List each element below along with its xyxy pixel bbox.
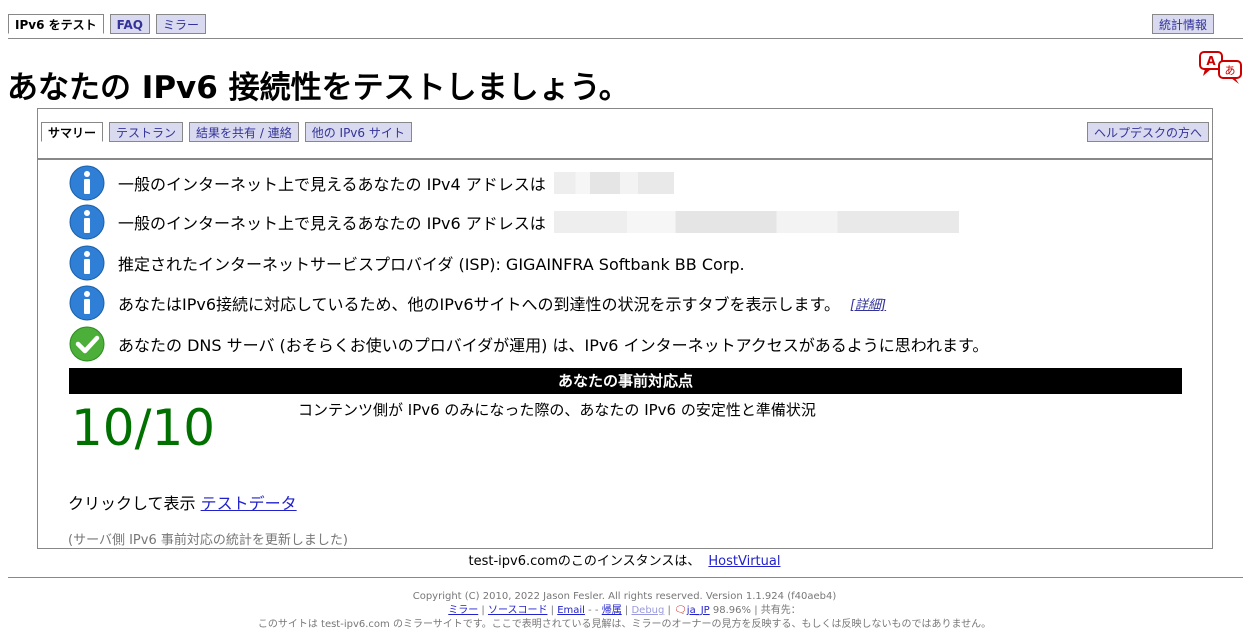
debug-link[interactable]: Debug xyxy=(631,605,664,616)
readiness-score: 10/10 xyxy=(71,399,216,457)
copyright: Copyright (C) 2010, 2022 Jason Fesler. A… xyxy=(412,591,837,602)
info-icon xyxy=(69,285,105,321)
locale-link[interactable]: ja_JP xyxy=(687,605,710,616)
tab-summary[interactable]: サマリー xyxy=(41,122,104,142)
ipv4-text: 一般のインターネット上で見えるあなたの IPv4 アドレスは xyxy=(118,175,546,194)
click-text: クリックして表示 xyxy=(68,494,196,513)
ipv6-text: 一般のインターネット上で見えるあなたの IPv6 アドレスは xyxy=(118,214,546,233)
locale-percent: 98.96% xyxy=(712,605,752,616)
host-text: test-ipv6.comのこのインスタンスは、 xyxy=(468,554,701,569)
isp-text: 推定されたインターネットサービスプロバイダ (ISP): GIGAINFRA S… xyxy=(118,255,745,274)
ipv4-row: 一般のインターネット上で見えるあなたの IPv4 アドレスは xyxy=(69,165,674,201)
isp-row: 推定されたインターネットサービスプロバイダ (ISP): GIGAINFRA S… xyxy=(69,245,745,281)
tab-share-contact[interactable]: 結果を共有 / 連絡 xyxy=(189,122,299,142)
results-panel: サマリー テストラン 結果を共有 / 連絡 他の IPv6 サイト ヘルプデスク… xyxy=(37,108,1213,549)
disclaimer: このサイトは test-ipv6.com のミラーサイトです。ここで表明されてい… xyxy=(257,619,992,630)
test-data-row: クリックして表示 テストデータ xyxy=(68,490,297,514)
host-link[interactable]: HostVirtual xyxy=(708,554,780,569)
footer-divider xyxy=(8,577,1243,578)
tab-other-ipv6-sites[interactable]: 他の IPv6 サイト xyxy=(304,122,412,142)
info-icon xyxy=(69,245,105,281)
details-link[interactable]: [詳細] xyxy=(850,294,886,313)
panel-divider xyxy=(38,158,1212,160)
tab-mirror[interactable]: ミラー xyxy=(155,14,206,34)
dns-row: あなたの DNS サーバ (おそらくお使いのプロバイダが運用) は、IPv6 イ… xyxy=(69,326,988,362)
sponsor-text: 共有先： xyxy=(760,605,801,616)
mirror-link[interactable]: ミラー xyxy=(448,605,478,616)
host-line: test-ipv6.comのこのインスタンスは、 HostVirtual xyxy=(0,550,1249,569)
ipv6-row: 一般のインターネット上で見えるあなたの IPv6 アドレスは xyxy=(69,204,959,240)
tab-helpdesk[interactable]: ヘルプデスクの方へ xyxy=(1086,122,1209,142)
page-title: あなたの IPv6 接続性をテストしましょう。 xyxy=(7,70,630,106)
footer-links: ミラー | ソースコード | Email - - 帰属 | Debug | 🗨j… xyxy=(448,605,801,616)
locale-flag-icon: 🗨 xyxy=(674,605,687,616)
score-description: コンテンツ側が IPv6 のみになった際の、あなたの IPv6 の安定性と準備状… xyxy=(298,401,816,419)
info-icon xyxy=(69,165,105,201)
check-icon xyxy=(69,326,105,362)
attribution-link[interactable]: 帰属 xyxy=(602,605,622,616)
source-link[interactable]: ソースコード xyxy=(488,605,548,616)
test-data-link[interactable]: テストデータ xyxy=(201,494,297,513)
email-link[interactable]: Email xyxy=(557,605,585,616)
tab-faq[interactable]: FAQ xyxy=(109,14,150,34)
top-nav: IPv6 をテスト FAQ ミラー xyxy=(8,14,206,34)
footer: Copyright (C) 2010, 2022 Jason Fesler. A… xyxy=(0,590,1249,632)
dns-text: あなたの DNS サーバ (おそらくお使いのプロバイダが運用) は、IPv6 イ… xyxy=(118,336,989,355)
tab-statistics[interactable]: 統計情報 xyxy=(1151,14,1214,34)
svg-text:あ: あ xyxy=(1225,64,1236,77)
ipv6-capable-row: あなたはIPv6接続に対応しているため、他のIPv6サイトへの到達性の状況を示す… xyxy=(69,285,886,321)
ipv6-address-redacted xyxy=(553,211,959,233)
readiness-header: あなたの事前対応点 xyxy=(69,368,1182,394)
tab-test-run[interactable]: テストラン xyxy=(109,122,184,142)
top-divider xyxy=(8,38,1243,39)
server-side-note: (サーバ側 IPv6 事前対応の統計を更新しました) xyxy=(68,533,348,548)
tab-test-ipv6[interactable]: IPv6 をテスト xyxy=(8,14,104,34)
ipv4-address-redacted xyxy=(553,172,674,194)
translate-icon[interactable]: A あ xyxy=(1199,49,1245,85)
ipv6-capable-text: あなたはIPv6接続に対応しているため、他のIPv6サイトへの到達性の状況を示す… xyxy=(118,295,840,314)
info-icon xyxy=(69,204,105,240)
svg-text:A: A xyxy=(1206,54,1216,68)
result-tabs: サマリー テストラン 結果を共有 / 連絡 他の IPv6 サイト xyxy=(41,122,412,142)
